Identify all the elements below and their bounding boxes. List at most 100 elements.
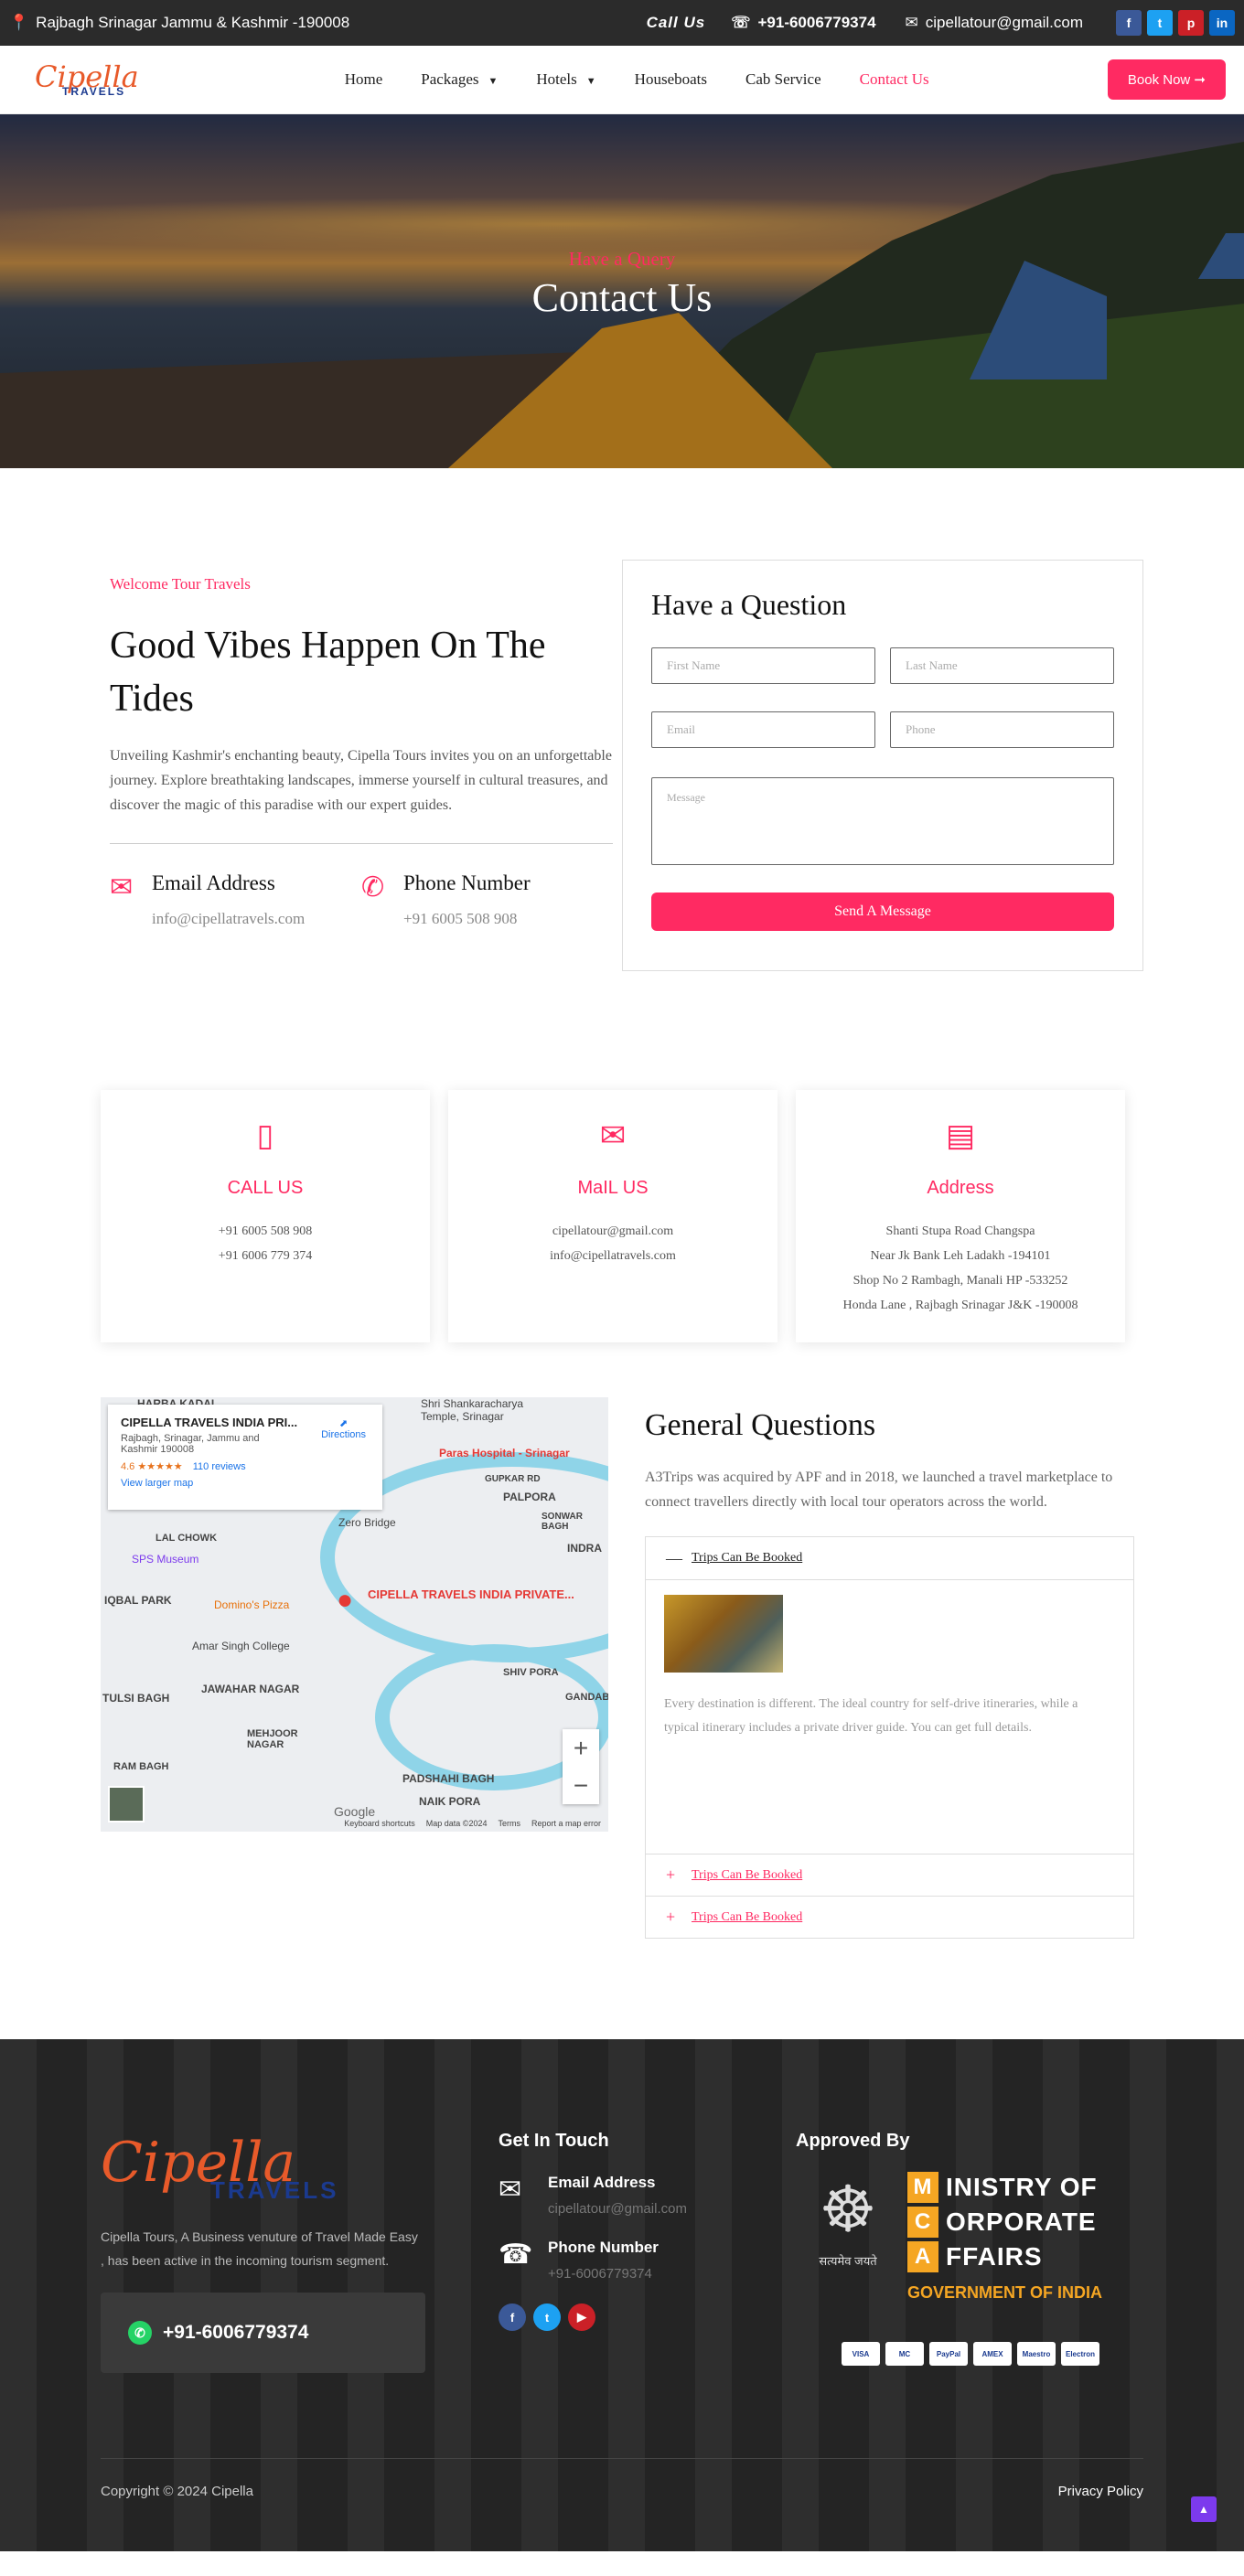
- faq-item-header[interactable]: + Trips Can Be Booked: [646, 1896, 1133, 1938]
- faq-item-header[interactable]: — Trips Can Be Booked: [646, 1537, 1133, 1579]
- faq-item-text: Every destination is different. The idea…: [664, 1697, 1078, 1735]
- linkedin-icon[interactable]: in: [1209, 10, 1235, 36]
- twitter-icon[interactable]: t: [533, 2303, 561, 2331]
- faq-item-label: Trips Can Be Booked: [692, 1551, 803, 1565]
- mastercard-icon: MC: [885, 2342, 924, 2366]
- footer-phone-title: Phone Number: [548, 2239, 659, 2256]
- call-card-line[interactable]: +91 6005 508 908: [101, 1219, 430, 1244]
- footer-contact: Get In Touch ✉ Email Address cipellatour…: [499, 2131, 687, 2331]
- map-reviews-link[interactable]: 110 reviews: [193, 1461, 246, 1472]
- nav-cab-service[interactable]: Cab Service: [745, 70, 821, 89]
- view-larger-map-link[interactable]: View larger map: [121, 1478, 370, 1489]
- call-card-line[interactable]: +91 6006 779 374: [101, 1244, 430, 1268]
- top-phone[interactable]: ☏ +91-6006779374: [731, 14, 875, 32]
- facebook-icon[interactable]: f: [1116, 10, 1142, 36]
- send-message-button[interactable]: Send A Message: [651, 893, 1114, 931]
- nav-hotels[interactable]: Hotels ▼: [536, 70, 595, 89]
- nav-menu: Home Packages ▼ Hotels ▼ Houseboats Cab Se…: [345, 70, 929, 89]
- pinterest-icon[interactable]: p: [1178, 10, 1204, 36]
- phone-title: Phone Number: [403, 871, 531, 894]
- footer-logo[interactable]: Cipella TRAVELS: [101, 2131, 425, 2205]
- first-name-input[interactable]: First Name: [651, 647, 875, 684]
- footer-phone-value[interactable]: +91-6006779374: [548, 2266, 659, 2282]
- terms-link[interactable]: Terms: [498, 1819, 520, 1828]
- faq-accordion: — Trips Can Be Booked Every destination …: [645, 1536, 1134, 1939]
- map-label: SONWAR BAGH: [542, 1512, 583, 1532]
- get-in-touch-heading: Get In Touch: [499, 2131, 609, 2151]
- mail-card: ✉ MaIL US cipellatour@gmail.com info@cip…: [448, 1090, 778, 1342]
- email-value[interactable]: info@cipellatravels.com: [152, 910, 305, 928]
- scroll-to-top-button[interactable]: ▲: [1191, 2496, 1217, 2522]
- youtube-icon[interactable]: ▶: [568, 2303, 595, 2331]
- map-label: Domino's Pizza: [214, 1598, 290, 1611]
- paypal-icon: PayPal: [929, 2342, 968, 2366]
- map-label: IQBAL PARK: [104, 1594, 172, 1607]
- report-error-link[interactable]: Report a map error: [531, 1819, 601, 1828]
- zoom-out-button[interactable]: −: [563, 1767, 599, 1804]
- footer-email-value[interactable]: cipellatour@gmail.com: [548, 2201, 687, 2217]
- mail-icon: ✉: [110, 872, 134, 903]
- mca-letter: M: [907, 2172, 938, 2203]
- footer-email-title: Email Address: [548, 2174, 656, 2191]
- whatsapp-button[interactable]: ✆ +91-6006779374: [101, 2293, 425, 2373]
- envelope-icon: ✉: [905, 14, 918, 31]
- welcome-tag: Welcome Tour Travels: [110, 575, 251, 593]
- footer-logo-sub: TRAVELS: [210, 2176, 339, 2204]
- google-map[interactable]: HARBA KADAL Shri Shankaracharya Temple, …: [101, 1397, 608, 1832]
- top-email[interactable]: ✉ cipellatour@gmail.com: [906, 14, 1083, 32]
- logo-sub: TRAVELS: [62, 85, 126, 98]
- map-faq-section: HARBA KADAL Shri Shankaracharya Temple, …: [0, 1397, 1244, 1939]
- ashoka-emblem-icon: ☸ सत्यमेव जयते: [819, 2174, 877, 2268]
- faq-item-body: Every destination is different. The idea…: [646, 1579, 1133, 1854]
- map-label: MEHJOOR NAGAR: [247, 1728, 298, 1750]
- mca-logo: ☸ सत्यमेव जयते M INISTRY OF C ORPORATE A FF…: [807, 2172, 1102, 2336]
- phone-input[interactable]: Phone: [890, 711, 1114, 748]
- phone-value[interactable]: +91 6005 508 908: [403, 910, 531, 928]
- email-info: ✉ Email Address info@cipellatravels.com: [110, 871, 361, 928]
- email-input[interactable]: Email: [651, 711, 875, 748]
- site-logo[interactable]: Cipella TRAVELS: [35, 62, 139, 97]
- map-label: PADSHAHI BAGH: [402, 1772, 495, 1785]
- message-textarea[interactable]: Message: [651, 777, 1114, 865]
- last-name-input[interactable]: Last Name: [890, 647, 1114, 684]
- caret-down-icon: ▼: [585, 76, 596, 87]
- directions-icon: ⬈: [338, 1418, 349, 1429]
- faq-item-header[interactable]: + Trips Can Be Booked: [646, 1854, 1133, 1896]
- nav-packages[interactable]: Packages ▼: [421, 70, 498, 89]
- mail-card-line[interactable]: info@cipellatravels.com: [448, 1244, 778, 1268]
- keyboard-shortcuts-link[interactable]: Keyboard shortcuts: [344, 1819, 415, 1828]
- whatsapp-icon: ✆: [128, 2321, 152, 2345]
- plus-icon: +: [666, 1908, 676, 1926]
- nav-hotels-label: Hotels: [536, 70, 577, 88]
- address-line: Near Jk Bank Leh Ladakh -194101: [870, 1249, 1051, 1263]
- map-label: INDRA: [567, 1542, 602, 1555]
- book-now-button[interactable]: Book Now ➞: [1107, 59, 1226, 100]
- footer-about: Cipella TRAVELS Cipella Tours, A Busines…: [101, 2131, 425, 2373]
- copyright: Copyright © 2024 Cipella: [101, 2484, 253, 2499]
- map-footer: Keyboard shortcuts Map data ©2024 Terms …: [101, 1815, 608, 1832]
- twitter-icon[interactable]: t: [1147, 10, 1173, 36]
- nav-packages-label: Packages: [421, 70, 479, 88]
- top-bar: 📍 Rajbagh Srinagar Jammu & Kashmir -1900…: [0, 0, 1244, 46]
- privacy-policy-link[interactable]: Privacy Policy: [1058, 2484, 1143, 2499]
- zoom-in-button[interactable]: +: [563, 1729, 599, 1767]
- nav-contact-us[interactable]: Contact Us: [860, 70, 929, 89]
- top-email-text: cipellatour@gmail.com: [925, 14, 1083, 31]
- directions-button[interactable]: ⬈ Directions: [321, 1417, 366, 1440]
- map-label: JAWAHAR NAGAR: [201, 1683, 300, 1695]
- divider: [110, 843, 613, 844]
- question-form: Have a Question First Name Last Name Ema…: [622, 560, 1143, 971]
- main-nav: Cipella TRAVELS Home Packages ▼ Hotels ▼ H…: [0, 46, 1244, 114]
- nav-home[interactable]: Home: [345, 70, 383, 89]
- map-data-text: Map data ©2024: [425, 1819, 488, 1828]
- mailbox-icon: ✉: [499, 2175, 522, 2205]
- facebook-icon[interactable]: f: [499, 2303, 526, 2331]
- map-rating: 4.6 ★★★★★ 110 reviews: [121, 1460, 370, 1472]
- faq-intro: A3Trips was acquired by APF and in 2018,…: [645, 1470, 1113, 1510]
- mobile-icon: ▯: [256, 1119, 274, 1153]
- mail-card-line[interactable]: cipellatour@gmail.com: [448, 1219, 778, 1244]
- map-pin-icon[interactable]: ●: [337, 1585, 353, 1616]
- nav-houseboats[interactable]: Houseboats: [635, 70, 707, 89]
- map-label: TULSI BAGH: [102, 1692, 170, 1705]
- chevron-up-icon: ▲: [1198, 2503, 1209, 2516]
